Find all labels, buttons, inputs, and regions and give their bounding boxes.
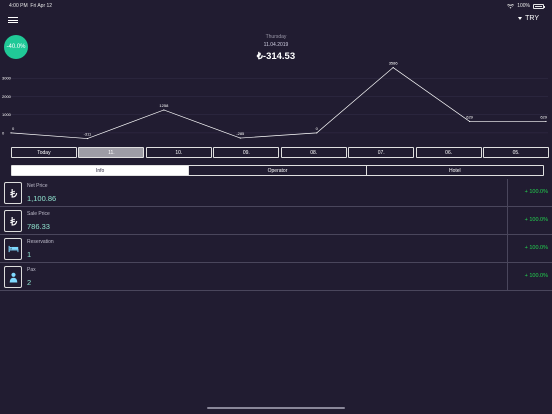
metric-row[interactable]: Pax 2 + 100.0% [0, 263, 552, 291]
metric-change: + 100.0% [524, 245, 548, 251]
period-tabs: Today 11. 10. 09. 08. 07. 06. 05. [11, 147, 550, 158]
metric-change: + 100.0% [524, 189, 548, 195]
y-tick-label: 2000 [2, 94, 12, 99]
metric-value: 2 [27, 278, 32, 287]
currency-label: TRY [525, 15, 539, 22]
metric-label: Pax [27, 267, 36, 273]
period-tab[interactable]: 08. [280, 147, 347, 158]
metric-label: Sale Price [27, 211, 50, 217]
data-label: -285 [236, 131, 245, 136]
data-point [392, 66, 394, 69]
metric-row[interactable]: Reservation 1 + 100.0% [0, 235, 552, 263]
metric-row[interactable]: Sale Price 786.33 + 100.0% [0, 207, 552, 235]
status-time: 4:00 PM Fri Apr 12 [9, 3, 53, 9]
period-tab[interactable]: 10. [145, 147, 212, 158]
data-point [468, 120, 471, 123]
data-point [10, 132, 12, 134]
period-tab[interactable]: 11. [78, 147, 145, 158]
menu-icon-bar [8, 22, 18, 23]
wifi-icon [507, 3, 515, 9]
selected-day: Thursday [265, 34, 287, 40]
menu-icon-bar [8, 19, 18, 21]
status-right: 100% [507, 3, 545, 9]
y-tick-label: 0 [2, 130, 5, 135]
data-label: 629 [540, 114, 547, 119]
data-point [239, 137, 241, 139]
menu-icon-bar [8, 17, 18, 18]
divider [507, 263, 508, 291]
data-label: -311 [84, 132, 92, 137]
currency-selector[interactable]: TRY [518, 15, 539, 22]
data-label: 0 [316, 126, 319, 131]
metric-row[interactable]: Net Price 1,100.86 + 100.0% [0, 179, 552, 207]
detail-segmented-control: Info Operator Hotel [11, 165, 544, 176]
data-label: 3586 [389, 61, 399, 66]
period-tab[interactable]: Today [11, 147, 77, 158]
metric-change: + 100.0% [524, 217, 548, 223]
segment-operator[interactable]: Operator [188, 166, 365, 175]
data-label: 1258 [159, 103, 169, 108]
menu-button[interactable] [8, 15, 18, 25]
selected-date: 11.04.2019 [263, 42, 289, 48]
caret-down-icon [518, 17, 523, 20]
battery-percent: 100% [517, 3, 530, 9]
lira-icon [4, 210, 22, 232]
period-tab[interactable]: 09. [213, 147, 280, 158]
period-tab[interactable]: 06. [415, 147, 482, 158]
divider [507, 179, 508, 207]
segment-info[interactable]: Info [12, 166, 189, 175]
data-point [545, 120, 547, 123]
bed-icon [4, 238, 22, 260]
home-indicator[interactable] [207, 407, 345, 409]
data-label: 0 [12, 126, 15, 131]
y-tick-label: 3000 [2, 76, 12, 81]
divider [507, 207, 508, 235]
data-point [86, 137, 89, 140]
data-label: 629 [466, 114, 473, 119]
battery-icon [533, 3, 545, 9]
segment-hotel[interactable]: Hotel [365, 166, 543, 175]
line-chart: 3000 2000 1000 0 0 -311 1258 -285 0 3586 629 629 [2, 61, 548, 140]
period-tab[interactable]: 05. [483, 147, 550, 158]
y-tick-label: 1000 [2, 112, 12, 117]
data-point [316, 132, 318, 134]
status-bar: 4:00 PM Fri Apr 12 100% [0, 0, 552, 11]
metric-label: Reservation [27, 239, 54, 245]
divider [507, 235, 508, 263]
person-icon [4, 266, 22, 288]
metric-value: 1 [27, 250, 32, 259]
period-tab[interactable]: 07. [348, 147, 415, 158]
data-point [163, 109, 165, 111]
metric-label: Net Price [27, 183, 48, 189]
metric-value: 786.33 [27, 222, 50, 231]
metric-value: 1,100.86 [27, 194, 57, 203]
metric-list: Net Price 1,100.86 + 100.0% Sale Price 786.3… [0, 179, 552, 291]
lira-icon [4, 182, 22, 204]
metric-change: + 100.0% [524, 273, 548, 279]
